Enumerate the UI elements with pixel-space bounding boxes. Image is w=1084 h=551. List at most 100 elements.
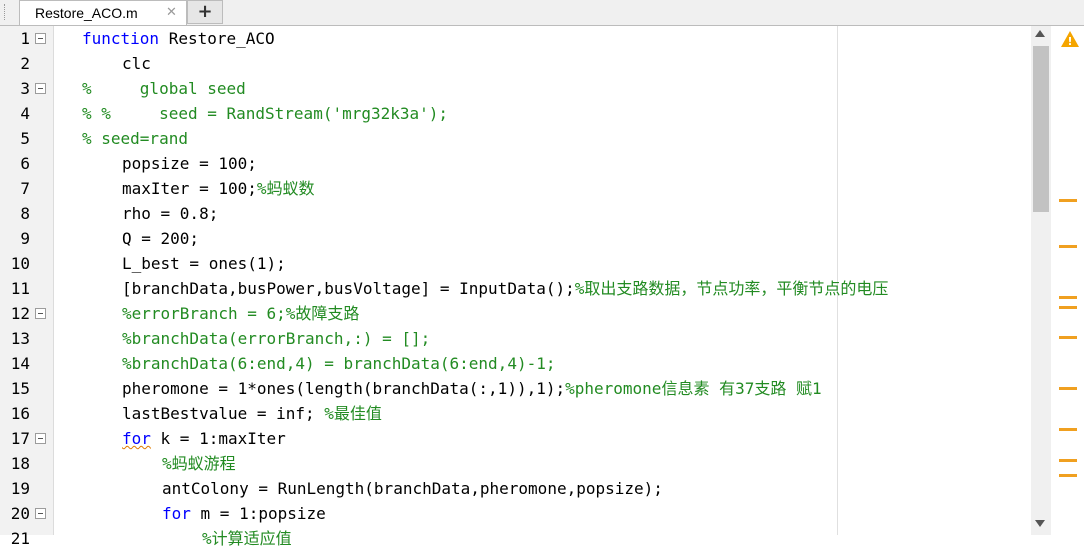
code-line[interactable]: 12 %errorBranch = 6;%故障支路 — [0, 301, 1084, 326]
warning-marker[interactable] — [1059, 306, 1077, 309]
code-text[interactable]: %branchData(errorBranch,:) = []; — [122, 326, 430, 351]
code-token: pheromone = 1*ones(length(branchData(:,1… — [122, 379, 566, 398]
code-token: popsize = 100; — [122, 154, 257, 173]
vertical-scrollbar[interactable] — [1031, 26, 1051, 535]
warning-marker[interactable] — [1059, 245, 1077, 248]
line-number: 6 — [20, 154, 30, 173]
fold-toggle-icon[interactable] — [35, 308, 46, 319]
fold-toggle-icon[interactable] — [35, 433, 46, 444]
code-line[interactable]: 15 pheromone = 1*ones(length(branchData(:… — [0, 376, 1084, 401]
code-line[interactable]: 14 %branchData(6:end,4) = branchData(6:en… — [0, 351, 1084, 376]
line-number: 2 — [20, 54, 30, 73]
code-line[interactable]: 6 popsize = 100; — [0, 151, 1084, 176]
warning-marker[interactable] — [1059, 428, 1077, 431]
warning-marker[interactable] — [1059, 199, 1077, 202]
code-text[interactable]: Q = 200; — [122, 226, 199, 251]
code-text[interactable]: antColony = RunLength(branchData,pheromo… — [162, 476, 663, 501]
tab-bar-grip[interactable] — [4, 4, 6, 20]
code-text[interactable]: maxIter = 100;%蚂蚁数 — [122, 176, 315, 201]
code-text[interactable]: rho = 0.8; — [122, 201, 218, 226]
code-line[interactable]: 18 %蚂蚁游程 — [0, 451, 1084, 476]
code-line[interactable]: 21 %计算适应值 — [0, 526, 1084, 551]
code-token: k = 1:maxIter — [150, 429, 286, 448]
line-number: 1 — [20, 29, 30, 48]
warning-mark: ! — [1067, 35, 1073, 48]
scroll-up-arrow-icon[interactable] — [1035, 30, 1045, 37]
code-line[interactable]: 3 % global seed — [0, 76, 1084, 101]
code-text[interactable]: lastBestvalue = inf; %最佳值 — [122, 401, 382, 426]
code-line[interactable]: 10 L_best = ones(1); — [0, 251, 1084, 276]
fold-toggle-icon[interactable] — [35, 33, 46, 44]
code-text[interactable]: % global seed — [82, 76, 246, 101]
code-line[interactable]: 17 for k = 1:maxIter — [0, 426, 1084, 451]
code-line[interactable]: 2 clc — [0, 51, 1084, 76]
scrollbar-thumb[interactable] — [1033, 46, 1049, 212]
code-text[interactable]: for m = 1:popsize — [162, 501, 326, 526]
code-line[interactable]: 1 function Restore_ACO — [0, 26, 1084, 51]
code-text[interactable]: % seed=rand — [82, 126, 188, 151]
code-line[interactable]: 11 [branchData,busPower,busVoltage] = Inp… — [0, 276, 1084, 301]
code-line[interactable]: 19 antColony = RunLength(branchData,phero… — [0, 476, 1084, 501]
code-text[interactable]: pheromone = 1*ones(length(branchData(:,1… — [122, 376, 822, 401]
warning-marker[interactable] — [1059, 459, 1077, 462]
line-number: 5 — [20, 129, 30, 148]
code-text[interactable]: % % seed = RandStream('mrg32k3a'); — [82, 101, 448, 126]
line-number: 13 — [10, 329, 30, 348]
code-text[interactable]: %errorBranch = 6;%故障支路 — [122, 301, 359, 326]
line-number: 20 — [10, 504, 30, 523]
code-text[interactable]: %蚂蚁游程 — [162, 451, 236, 476]
line-number: 19 — [10, 479, 30, 498]
code-token: Q = 200; — [122, 229, 200, 248]
code-text[interactable]: popsize = 100; — [122, 151, 257, 176]
line-number: 14 — [10, 354, 30, 373]
line-number: 17 — [10, 429, 30, 448]
tab-restore-aco[interactable]: Restore_ACO.m ✕ — [19, 0, 187, 25]
code-token: rho = 0.8; — [122, 204, 219, 223]
code-text[interactable]: L_best = ones(1); — [122, 251, 286, 276]
code-text[interactable]: %branchData(6:end,4) = branchData(6:end,… — [122, 351, 555, 376]
code-keyword: for — [162, 504, 191, 523]
code-keyword: function — [82, 29, 160, 48]
line-number: 7 — [20, 179, 30, 198]
code-token: m = 1:popsize — [190, 504, 326, 523]
line-number: 4 — [20, 104, 30, 123]
code-editor[interactable]: 1 function Restore_ACO 2 clc 3 % global seed 4… — [0, 26, 1084, 548]
code-token: maxIter = 100; — [122, 179, 257, 198]
code-line[interactable]: 16 lastBestvalue = inf; %最佳值 — [0, 401, 1084, 426]
code-comment: %最佳值 — [324, 404, 382, 423]
code-token: Restore_ACO — [159, 29, 275, 48]
code-line[interactable]: 4 % % seed = RandStream('mrg32k3a'); — [0, 101, 1084, 126]
warning-marker[interactable] — [1059, 296, 1077, 299]
code-line[interactable]: 5 % seed=rand — [0, 126, 1084, 151]
warning-marker[interactable] — [1059, 387, 1077, 390]
scroll-down-arrow-icon[interactable] — [1035, 520, 1045, 527]
code-line[interactable]: 9 Q = 200; — [0, 226, 1084, 251]
code-line[interactable]: 7 maxIter = 100;%蚂蚁数 — [0, 176, 1084, 201]
line-number: 18 — [10, 454, 30, 473]
code-comment: %计算适应值 — [202, 529, 292, 548]
code-line[interactable]: 13 %branchData(errorBranch,:) = []; — [0, 326, 1084, 351]
line-number: 9 — [20, 229, 30, 248]
line-number: 11 — [10, 279, 30, 298]
code-text[interactable]: %计算适应值 — [202, 526, 292, 551]
warning-icon[interactable]: ! — [1061, 31, 1079, 48]
code-comment: %branchData(errorBranch,:) = []; — [122, 329, 431, 348]
fold-toggle-icon[interactable] — [35, 83, 46, 94]
code-text[interactable]: function Restore_ACO — [82, 26, 275, 51]
warning-marker[interactable] — [1059, 474, 1077, 477]
code-token: clc — [122, 54, 151, 73]
code-text[interactable]: [branchData,busPower,busVoltage] = Input… — [122, 276, 888, 301]
code-comment: %蚂蚁数 — [256, 179, 315, 198]
fold-toggle-icon[interactable] — [35, 508, 46, 519]
code-text[interactable]: clc — [122, 51, 151, 76]
warning-marker[interactable] — [1059, 336, 1077, 339]
code-comment: %蚂蚁游程 — [162, 454, 236, 473]
new-tab-button[interactable]: + — [187, 0, 223, 24]
line-number: 3 — [20, 79, 30, 98]
close-icon[interactable]: ✕ — [166, 5, 177, 20]
line-number: 15 — [10, 379, 30, 398]
code-line[interactable]: 20 for m = 1:popsize — [0, 501, 1084, 526]
code-comment: %取出支路数据，节点功率，平衡节点的电压 — [574, 279, 889, 298]
code-text[interactable]: for k = 1:maxIter — [122, 426, 286, 451]
code-line[interactable]: 8 rho = 0.8; — [0, 201, 1084, 226]
